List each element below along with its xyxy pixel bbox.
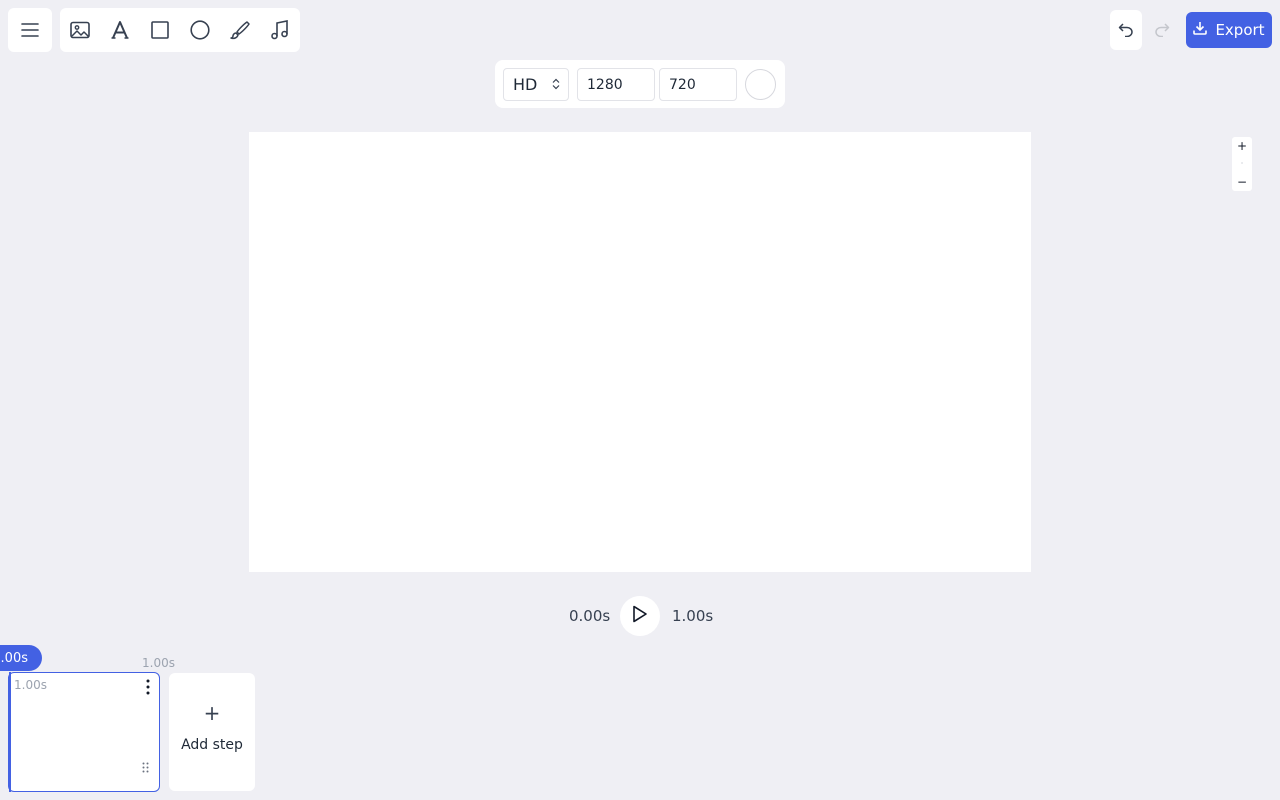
zoom-divider: ·	[1240, 159, 1244, 168]
current-time: 0.00s	[569, 607, 611, 625]
plus-icon: +	[203, 701, 221, 725]
tools-panel	[60, 8, 300, 52]
step-duration: 1.00s	[14, 678, 47, 692]
play-button[interactable]	[620, 596, 660, 636]
play-icon	[632, 605, 648, 627]
image-icon[interactable]	[60, 10, 100, 50]
canvas-width-input[interactable]: 1280	[577, 68, 655, 101]
brush-icon[interactable]	[220, 10, 260, 50]
stage-canvas[interactable]	[249, 132, 1031, 572]
add-step-label: Add step	[181, 737, 243, 753]
redo-icon[interactable]	[1146, 10, 1178, 50]
total-time: 1.00s	[672, 607, 714, 625]
playhead-time-badge[interactable]: 0.00s	[0, 645, 42, 671]
playhead-line[interactable]	[9, 672, 11, 792]
canvas-settings-bar: HD 1280 720	[495, 60, 785, 108]
size-preset-select[interactable]: HD	[503, 68, 569, 101]
drag-handle-icon[interactable]	[142, 758, 149, 777]
hamburger-menu-icon[interactable]	[10, 10, 50, 50]
more-vertical-icon[interactable]	[141, 677, 155, 697]
rectangle-icon[interactable]	[140, 10, 180, 50]
audio-icon[interactable]	[260, 10, 300, 50]
canvas-width-value: 1280	[587, 76, 623, 93]
export-label: Export	[1215, 21, 1265, 39]
chevron-updown-icon	[552, 75, 560, 94]
add-step-button[interactable]: + Add step	[169, 673, 255, 791]
undo-panel	[1110, 10, 1142, 50]
text-icon[interactable]	[100, 10, 140, 50]
size-preset-value: HD	[513, 75, 538, 94]
playhead-time: 0.00s	[0, 650, 28, 666]
step-end-time: 1.00s	[142, 656, 175, 670]
menu-panel	[8, 8, 52, 52]
undo-icon[interactable]	[1110, 10, 1142, 50]
zoom-controls: + · −	[1232, 137, 1252, 191]
download-icon	[1193, 21, 1208, 39]
background-color-swatch[interactable]	[745, 69, 776, 100]
zoom-in-button[interactable]: +	[1237, 139, 1247, 153]
timeline-step[interactable]: 1.00s	[8, 672, 160, 792]
canvas-height-value: 720	[669, 76, 696, 93]
export-button[interactable]: Export	[1186, 12, 1272, 48]
canvas-height-input[interactable]: 720	[659, 68, 737, 101]
ellipse-icon[interactable]	[180, 10, 220, 50]
zoom-out-button[interactable]: −	[1237, 175, 1247, 189]
